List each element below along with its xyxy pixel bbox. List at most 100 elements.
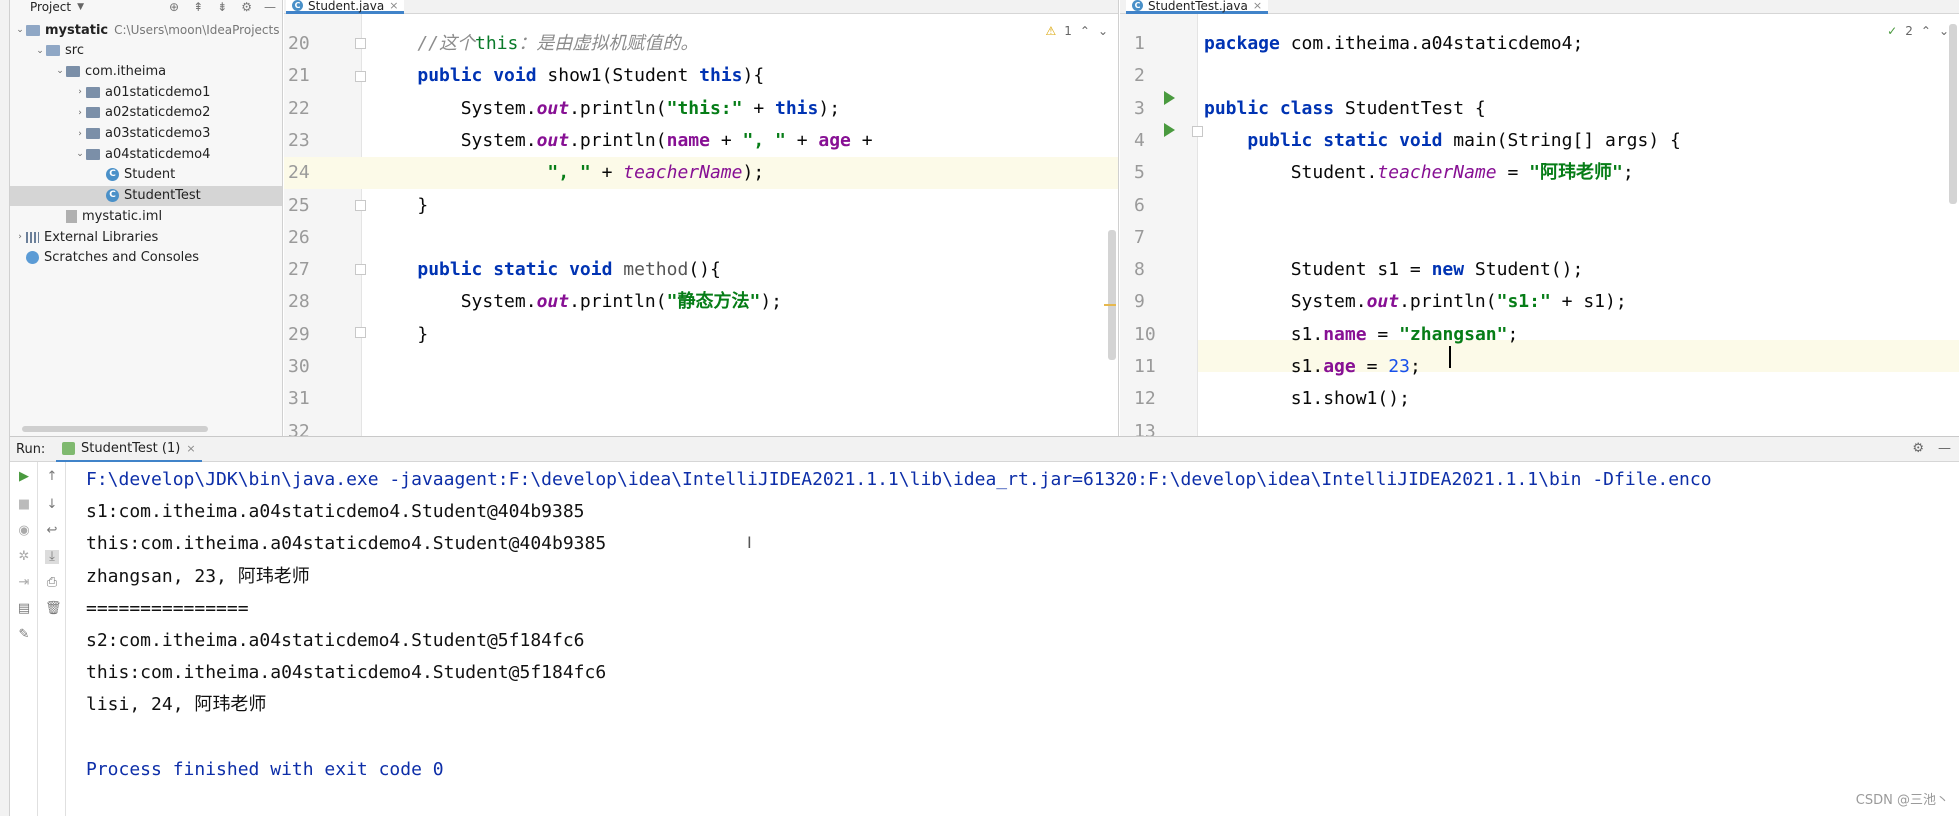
run-main-icon[interactable] <box>1164 123 1175 137</box>
tree-item[interactable]: ⌄ com.itheima <box>10 61 282 81</box>
chevron-down-icon[interactable]: ⌄ <box>54 66 66 76</box>
horizontal-scrollbar[interactable] <box>22 426 208 432</box>
camera-icon[interactable]: ◉ <box>17 524 31 538</box>
chevron-down-icon[interactable]: ⌄ <box>74 149 86 159</box>
tree-item-label: StudentTest <box>124 188 201 204</box>
scroll-to-end-icon[interactable]: ⤓ <box>45 550 59 564</box>
chevron-down-icon[interactable]: ⌄ <box>1098 24 1108 38</box>
close-icon[interactable]: × <box>389 0 398 12</box>
minimize-icon[interactable]: — <box>264 0 276 14</box>
run-class-icon[interactable] <box>1164 91 1175 105</box>
warning-stripe-mark[interactable] <box>1104 304 1116 306</box>
chevron-down-icon[interactable]: ⌄ <box>1939 24 1949 38</box>
code-line[interactable]: } <box>374 319 428 351</box>
layout-icon[interactable]: ▤ <box>17 602 31 616</box>
code-line[interactable]: ", " + teacherName); <box>374 157 764 189</box>
rerun-icon[interactable]: ▶ <box>17 470 31 484</box>
line-number: 21 <box>288 65 310 87</box>
code-token: ); <box>742 162 765 184</box>
fold-marker[interactable] <box>1192 126 1203 137</box>
arrow-down-icon[interactable]: ↓ <box>45 498 59 512</box>
tree-item[interactable]: ⌄ src <box>10 41 282 61</box>
tree-item[interactable]: › External Libraries <box>10 227 282 247</box>
tab-run-studenttest[interactable]: StudentTest (1) × <box>56 437 202 462</box>
chevron-down-icon[interactable]: ▼ <box>77 2 84 12</box>
code-line[interactable]: //这个this：是由虚拟机赋值的。 <box>374 28 698 60</box>
tree-item[interactable]: C Student <box>10 165 282 185</box>
chevron-right-icon[interactable]: › <box>14 232 26 242</box>
code-token: ){ <box>742 65 765 87</box>
collapse-all-icon[interactable]: ⇞ <box>193 0 203 14</box>
console-line: =============== <box>86 597 249 619</box>
line-number: 31 <box>288 388 310 410</box>
close-icon[interactable]: × <box>1253 0 1262 12</box>
tree-item[interactable]: › a01staticdemo1 <box>10 82 282 102</box>
print-icon[interactable]: ⎙ <box>45 576 59 590</box>
close-icon[interactable]: × <box>186 442 195 455</box>
inspection-widget[interactable]: ✓ 2 ⌃ ⌄ <box>1887 24 1949 38</box>
code-line[interactable]: System.out.println("this:" + this); <box>374 93 840 125</box>
project-view-label[interactable]: Project <box>30 0 71 14</box>
locate-icon[interactable]: ⊕ <box>169 0 179 14</box>
chevron-up-icon[interactable]: ⌃ <box>1921 24 1931 38</box>
fold-marker[interactable] <box>355 200 366 211</box>
tab-student-java[interactable]: C Student.java × <box>286 0 405 14</box>
arrow-up-icon[interactable]: ↑ <box>45 470 59 484</box>
code-token: = <box>1366 323 1400 345</box>
code-token: show1(Student <box>536 65 700 87</box>
minimize-icon[interactable]: — <box>1938 441 1951 456</box>
vertical-scrollbar[interactable] <box>1949 24 1957 204</box>
code-token: ", " <box>742 129 786 151</box>
class-icon: C <box>106 189 119 203</box>
trash-icon[interactable]: 🗑 <box>45 602 62 616</box>
tree-item[interactable]: › a02staticdemo2 <box>10 103 282 123</box>
code-token: package <box>1204 33 1280 54</box>
code-line[interactable]: System.out.println(name + ", " + age + <box>374 125 873 157</box>
tree-item-label: mystatic.iml <box>82 208 163 224</box>
gear-icon[interactable]: ⚙ <box>1912 441 1924 456</box>
code-line[interactable]: s1.name = "zhangsan"; <box>1204 319 1519 351</box>
code-token: + <box>785 129 819 151</box>
code-line[interactable]: public static void main(String[] args) { <box>1204 125 1681 157</box>
code-line[interactable]: System.out.println("静态方法"); <box>374 286 782 318</box>
chevron-right-icon[interactable]: › <box>74 129 86 139</box>
tab-studenttest-java[interactable]: C StudentTest.java × <box>1126 0 1269 14</box>
code-line[interactable]: } <box>374 190 428 222</box>
tree-item[interactable]: ⌄ a04staticdemo4 <box>10 144 282 164</box>
code-line[interactable]: s1.show1(); <box>1204 383 1410 415</box>
code-line[interactable]: public static void method(){ <box>374 254 720 286</box>
chevron-right-icon[interactable]: › <box>74 108 86 118</box>
fold-marker[interactable] <box>355 38 366 49</box>
bug-icon[interactable]: ✲ <box>17 550 31 564</box>
code-line[interactable]: public void show1(Student this){ <box>374 60 764 92</box>
code-line[interactable]: public class StudentTest { <box>1204 93 1486 125</box>
fold-marker[interactable] <box>355 327 366 338</box>
code-line[interactable]: s1.age = 23; <box>1204 351 1421 383</box>
code-line[interactable]: System.out.println("s1:" + s1); <box>1204 286 1627 318</box>
code-token: ; <box>1622 162 1634 184</box>
vertical-scrollbar[interactable] <box>1108 230 1116 360</box>
tree-item[interactable]: › a03staticdemo3 <box>10 124 282 144</box>
inspection-widget[interactable]: ⚠ 1 ⌃ ⌄ <box>1045 24 1108 38</box>
tree-item[interactable]: C StudentTest <box>10 185 282 206</box>
exit-icon[interactable]: ⇥ <box>17 576 31 590</box>
chevron-down-icon[interactable]: ⌄ <box>34 46 46 56</box>
chevron-up-icon[interactable]: ⌃ <box>1080 24 1090 38</box>
chevron-down-icon[interactable]: ⌄ <box>14 25 26 35</box>
tree-item[interactable]: ⌄ mystatic C:\Users\moon\IdeaProjects <box>10 20 282 40</box>
tree-item[interactable]: Scratches and Consoles <box>10 248 282 268</box>
code-line[interactable]: Student.teacherName = "阿玮老师"; <box>1204 157 1634 189</box>
fold-marker[interactable] <box>355 71 366 82</box>
expand-all-icon[interactable]: ⇟ <box>217 0 227 14</box>
soft-wrap-icon[interactable]: ↩ <box>45 524 59 538</box>
code-line[interactable]: Student s1 = new Student(); <box>1204 254 1584 286</box>
fold-marker[interactable] <box>355 264 366 275</box>
chevron-right-icon[interactable]: › <box>74 87 86 97</box>
warning-icon: ⚠ <box>1045 24 1057 38</box>
code-line[interactable]: package com.itheima.a04staticdemo4; <box>1204 28 1583 60</box>
stop-icon[interactable]: ■ <box>17 498 31 512</box>
gear-icon[interactable]: ⚙ <box>241 0 252 14</box>
pin-icon[interactable]: ✎ <box>17 628 31 642</box>
tree-item[interactable]: mystatic.iml <box>10 206 282 226</box>
